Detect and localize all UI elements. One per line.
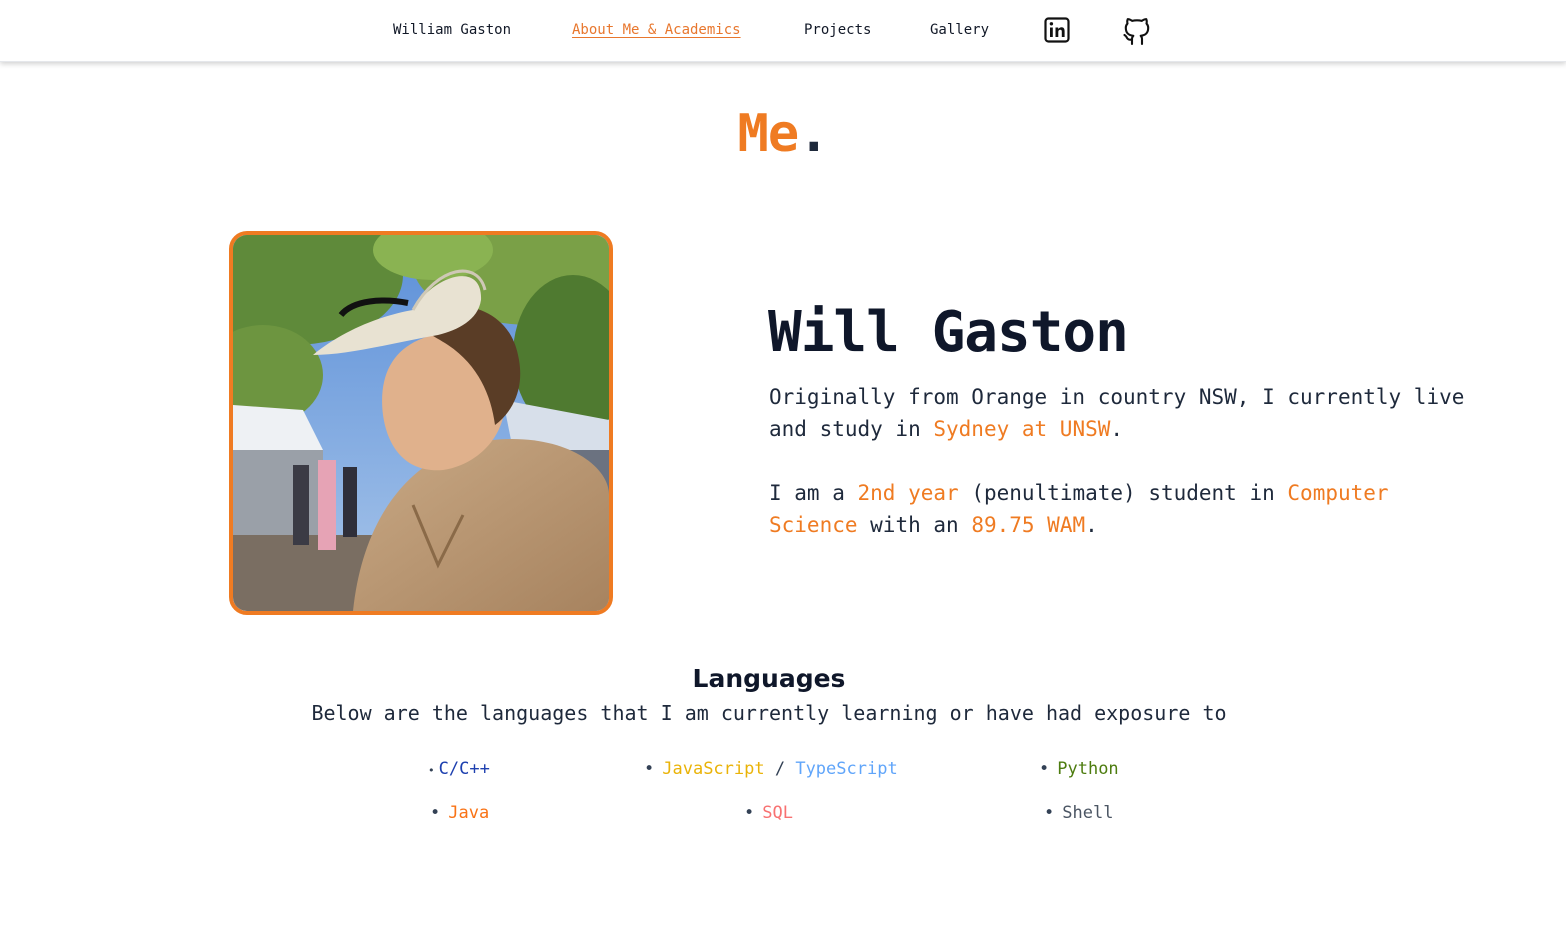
profile-photo — [229, 231, 613, 615]
nav-projects-link[interactable]: Projects — [804, 22, 871, 38]
bullet-icon: • — [1044, 803, 1055, 823]
language-item-sql: • SQL — [744, 803, 793, 823]
nav-about-link[interactable]: About Me & Academics — [572, 22, 741, 38]
language-item-js-ts: • JavaScript / TypeScript — [644, 759, 898, 779]
language-label: JavaScript — [662, 759, 765, 779]
language-label: Shell — [1062, 803, 1114, 823]
bio-paragraph-2: I am a 2nd year (penultimate) student in… — [769, 477, 1489, 541]
bio-name: Will Gaston — [768, 300, 1129, 365]
bio-text-segment: . — [1110, 417, 1124, 441]
bullet-icon: • — [644, 759, 655, 779]
language-label: SQL — [762, 803, 793, 823]
bio-highlight-year: 2nd year — [857, 481, 959, 505]
language-item-java: • Java — [430, 803, 489, 823]
language-item-cpp: • C/C++ — [428, 759, 490, 779]
language-label: Java — [448, 803, 490, 823]
page-title-dot: . — [798, 104, 829, 164]
languages-subtitle: Below are the languages that I am curren… — [311, 701, 1227, 725]
language-label: TypeScript — [795, 759, 898, 779]
github-icon[interactable] — [1122, 14, 1152, 46]
linkedin-icon[interactable] — [1043, 14, 1071, 46]
bullet-icon: • — [428, 764, 435, 777]
top-nav: William Gaston About Me & Academics Proj… — [0, 0, 1566, 62]
language-label: Python — [1057, 759, 1119, 779]
page-title-word: Me — [737, 104, 800, 164]
bio-text-segment: (penultimate) student in — [958, 481, 1288, 505]
bio-text-segment: with an — [857, 513, 972, 537]
bio-highlight-location: Sydney at UNSW — [933, 417, 1111, 441]
nav-gallery-link[interactable]: Gallery — [930, 22, 989, 38]
nav-home-link[interactable]: William Gaston — [393, 22, 511, 38]
bio-text-segment: I am a — [769, 481, 858, 505]
language-item-python: • Python — [1039, 759, 1119, 779]
bio-paragraph-1: Originally from Orange in country NSW, I… — [769, 381, 1489, 445]
languages-heading: Languages — [692, 664, 846, 693]
language-separator: / — [764, 759, 796, 779]
bullet-icon: • — [744, 803, 755, 823]
bullet-icon: • — [430, 803, 441, 823]
bio-highlight-wam: 89.75 WAM — [971, 513, 1086, 537]
page-title: Me. — [0, 104, 1566, 164]
language-item-shell: • Shell — [1044, 803, 1113, 823]
language-label: C/C++ — [438, 759, 490, 779]
bullet-icon: • — [1039, 759, 1050, 779]
bio-text-segment: . — [1085, 513, 1098, 537]
